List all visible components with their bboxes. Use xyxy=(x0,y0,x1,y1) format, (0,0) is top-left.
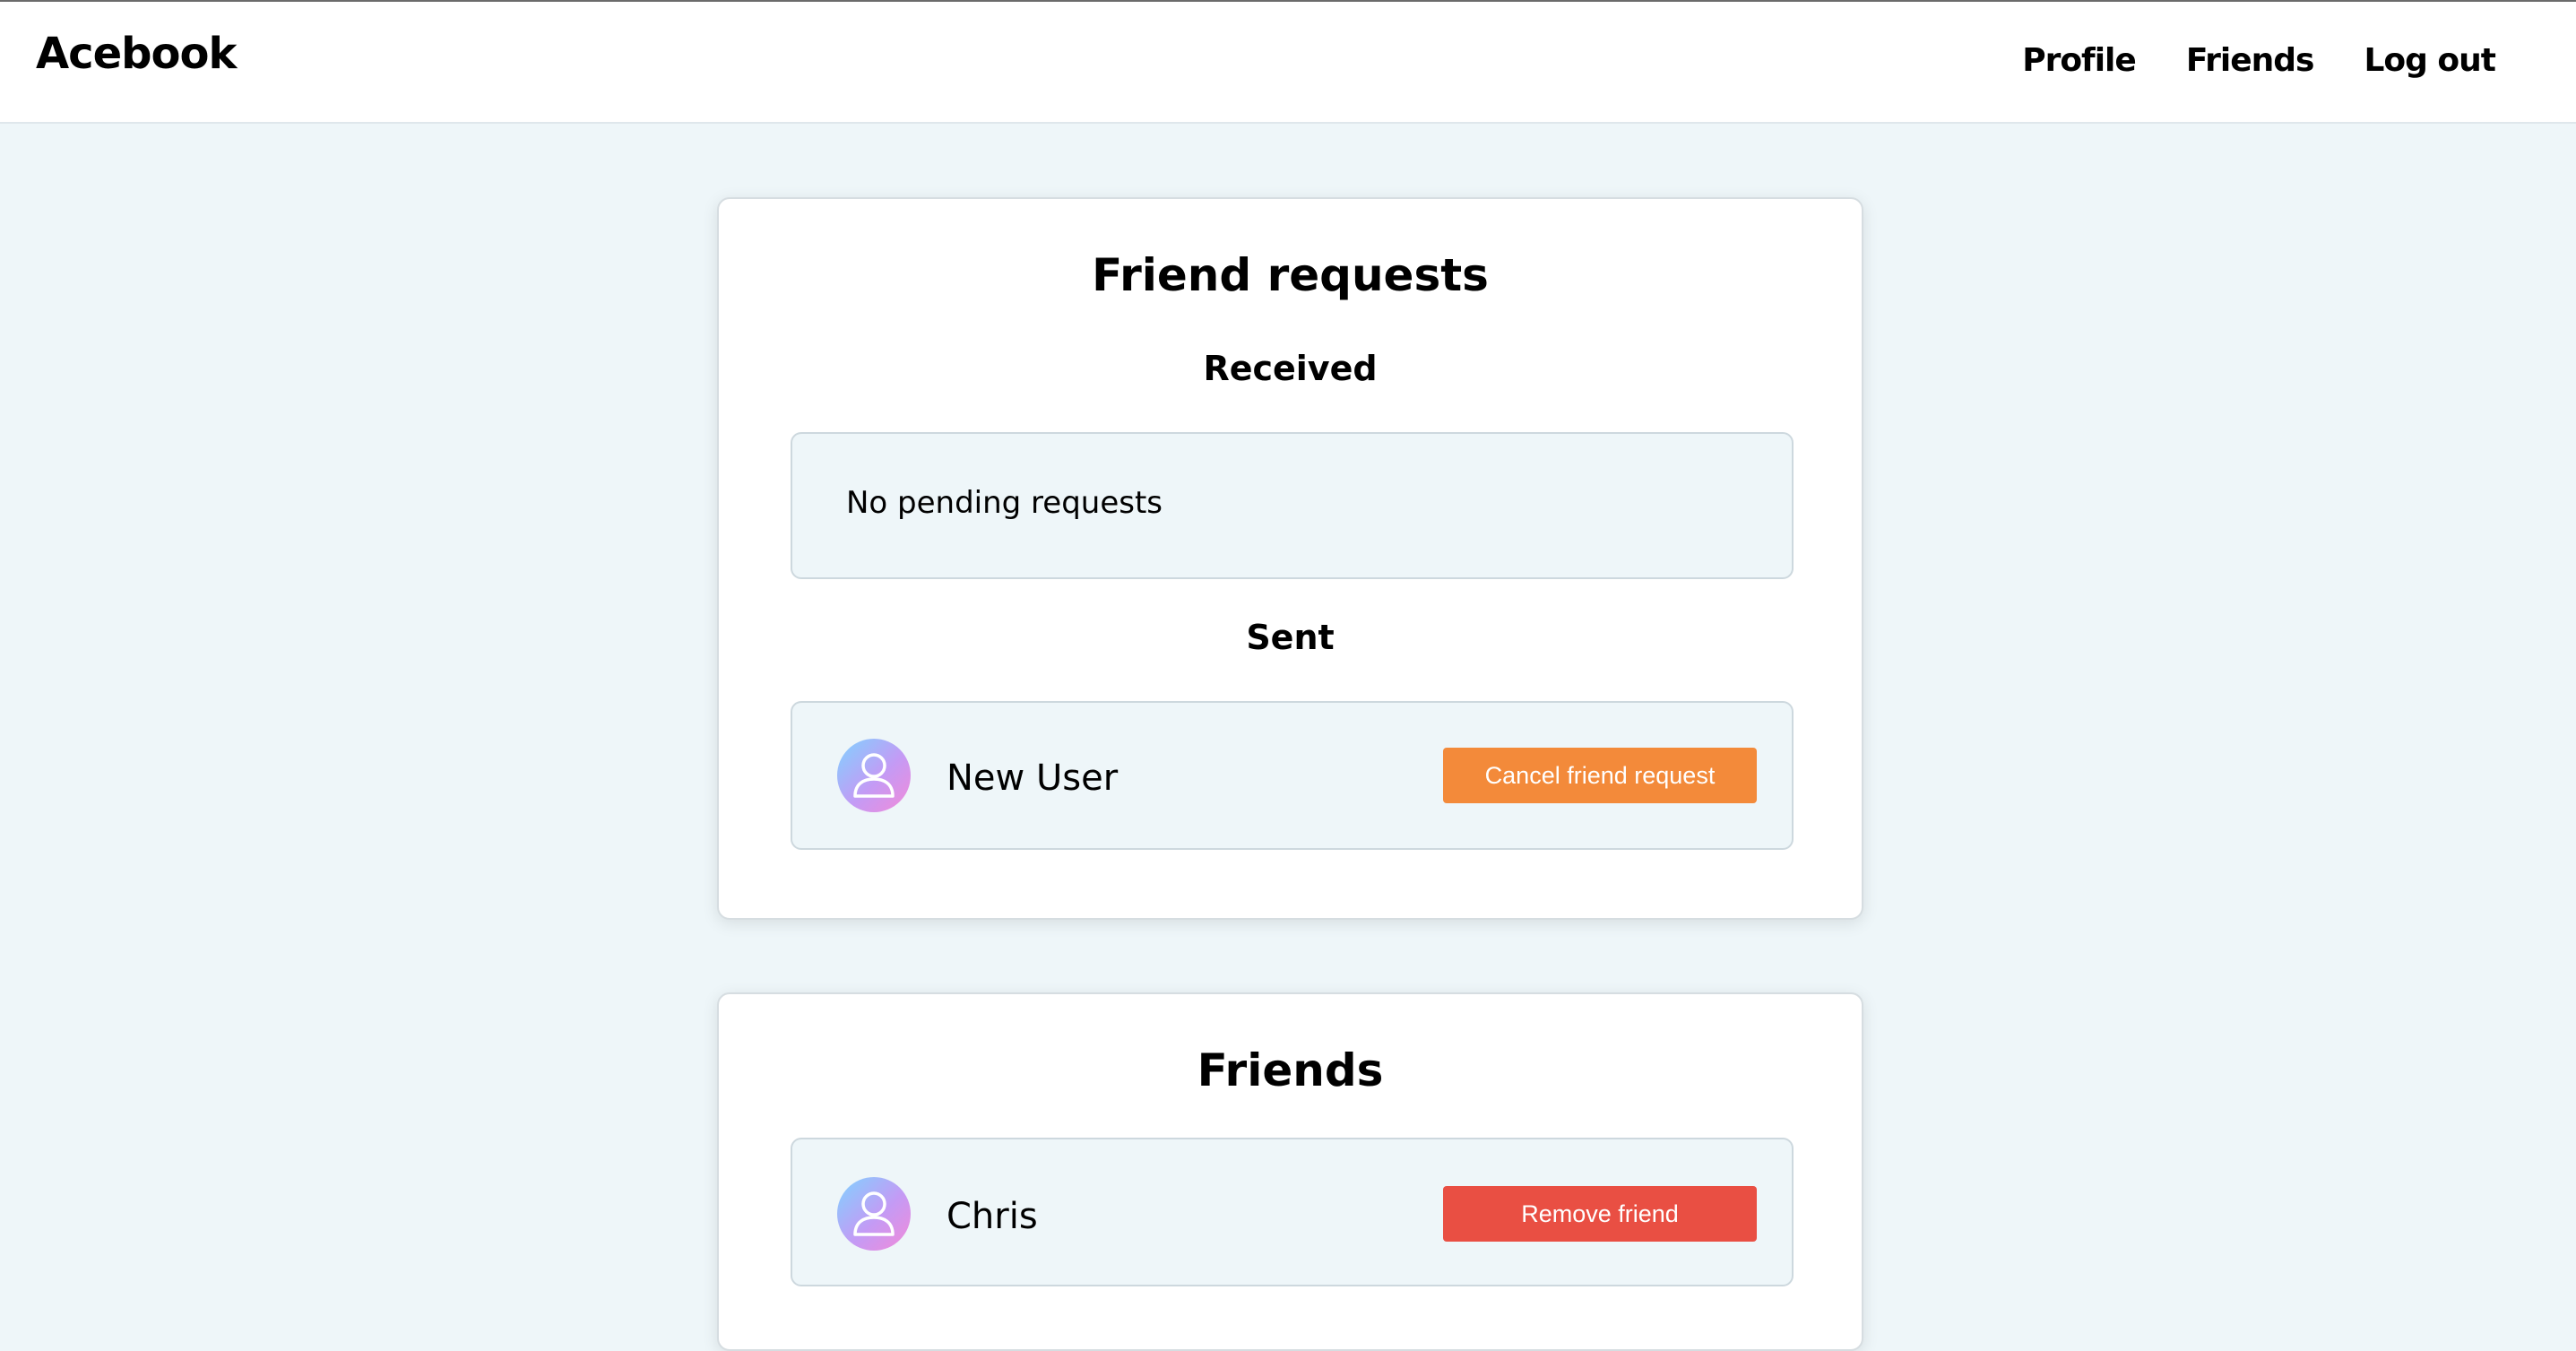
nav-link-profile[interactable]: Profile xyxy=(2022,45,2137,77)
friends-card: Friends Chris Remove friend xyxy=(717,992,1863,1351)
sent-request-item: New User Cancel friend request xyxy=(791,701,1794,850)
top-navbar: Acebook Profile Friends Log out xyxy=(0,2,2576,124)
friends-title: Friends xyxy=(1197,1044,1384,1096)
friend-requests-card: Friend requests Received No pending requ… xyxy=(717,197,1863,920)
received-heading: Received xyxy=(1203,349,1378,388)
user-avatar-icon[interactable] xyxy=(837,739,911,812)
sent-request-user-name[interactable]: New User xyxy=(947,760,1118,796)
friend-requests-title: Friend requests xyxy=(1092,249,1489,301)
no-pending-requests-text: No pending requests xyxy=(846,485,1163,521)
nav-links: Profile Friends Log out xyxy=(2022,45,2496,77)
nav-link-logout[interactable]: Log out xyxy=(2364,45,2496,77)
nav-link-friends[interactable]: Friends xyxy=(2186,45,2315,77)
friend-user-name[interactable]: Chris xyxy=(947,1199,1038,1234)
remove-friend-button[interactable]: Remove friend xyxy=(1443,1186,1757,1242)
brand-logo[interactable]: Acebook xyxy=(36,32,237,75)
sent-heading: Sent xyxy=(1246,618,1335,657)
received-requests-panel: No pending requests xyxy=(791,432,1794,579)
cancel-friend-request-button[interactable]: Cancel friend request xyxy=(1443,748,1757,803)
friend-list-item: Chris Remove friend xyxy=(791,1138,1794,1286)
user-avatar-icon[interactable] xyxy=(837,1177,911,1251)
